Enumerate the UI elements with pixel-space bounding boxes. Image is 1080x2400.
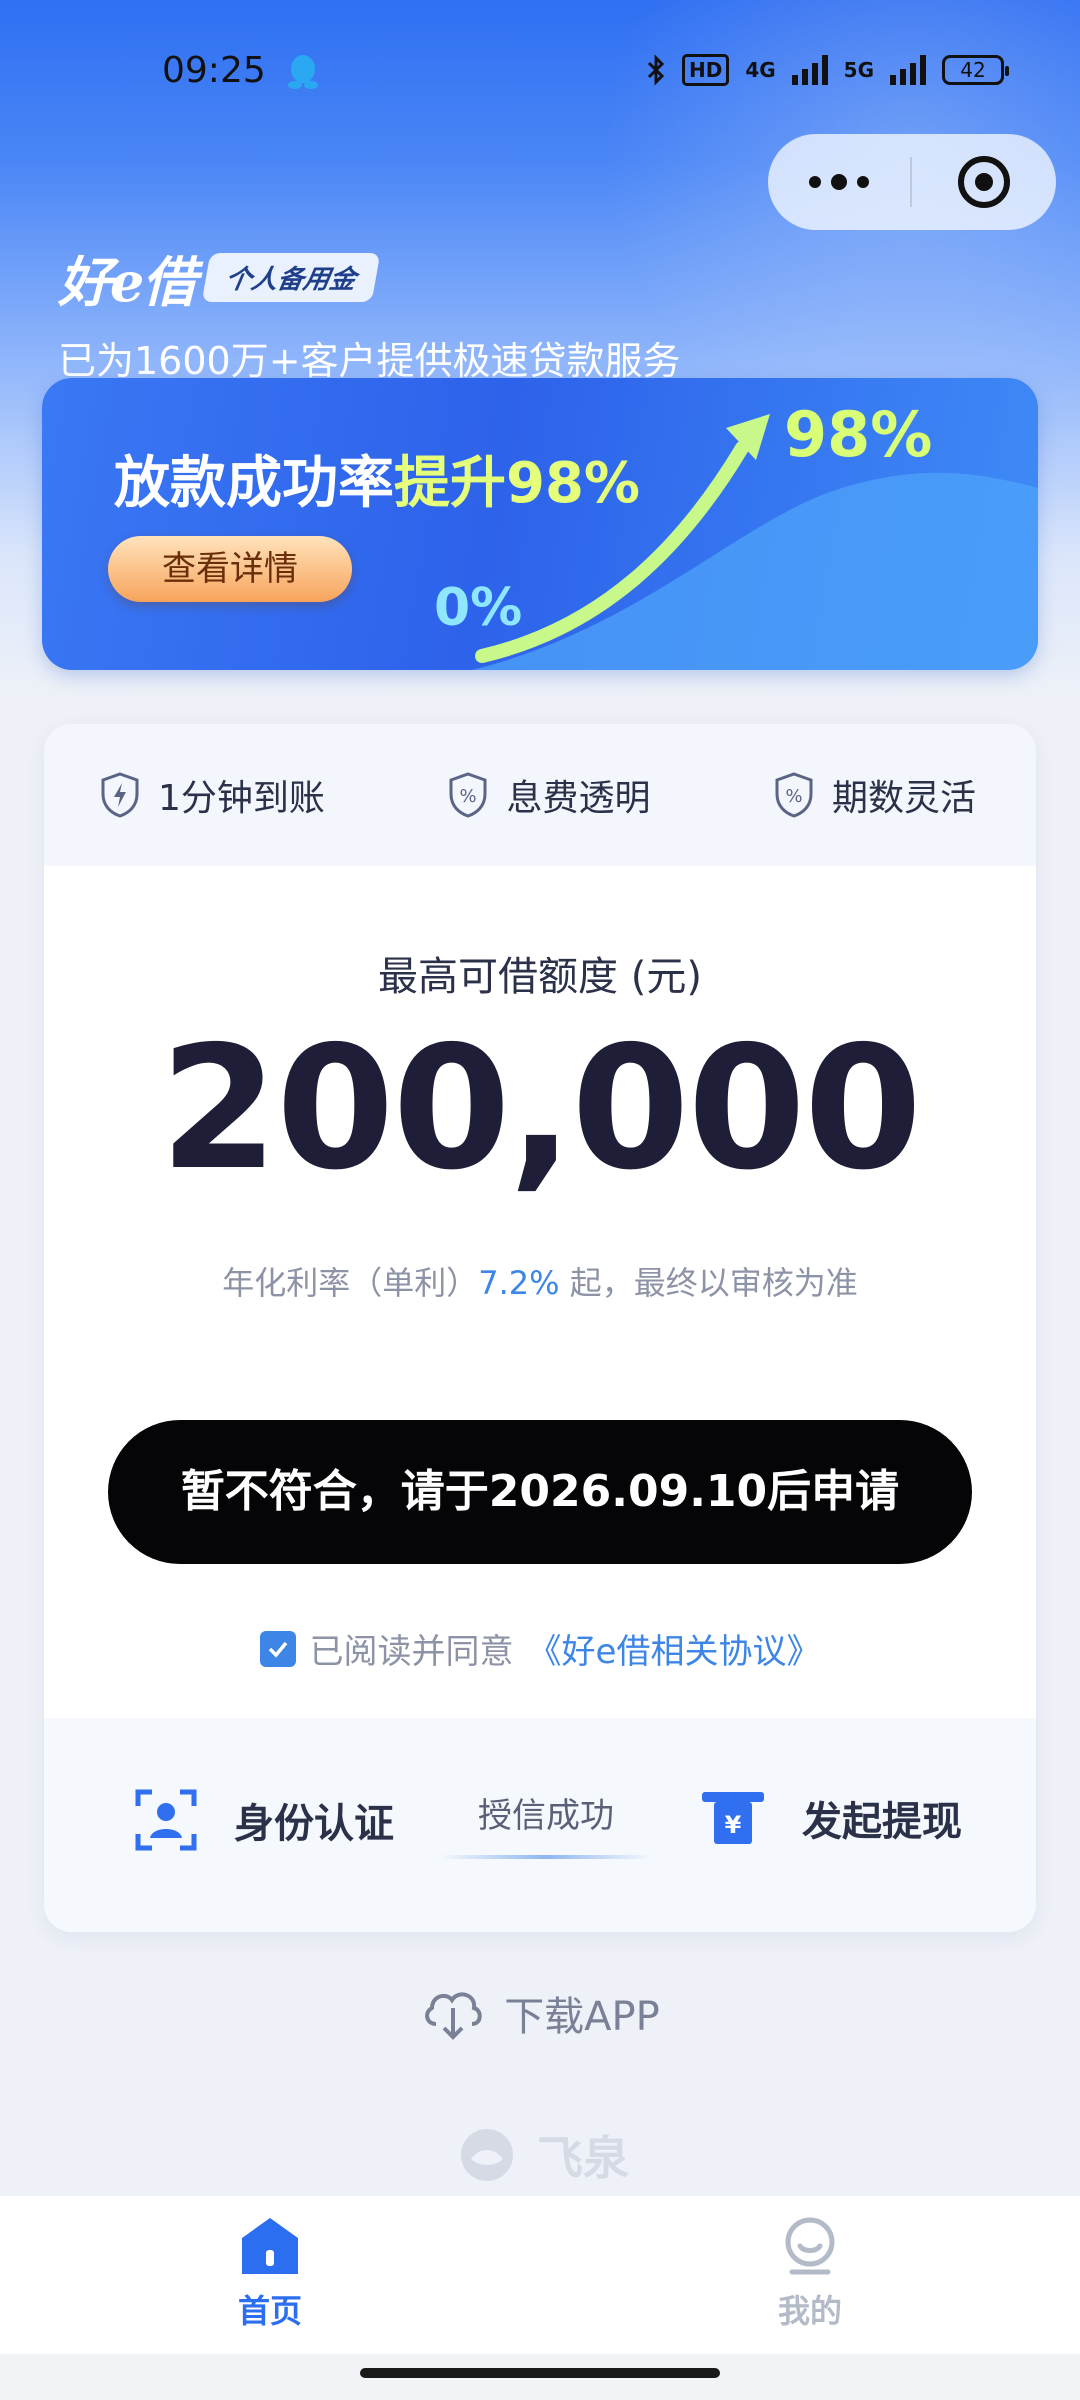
brand-slogan: 已为1600万+客户提供极速贷款服务 — [58, 339, 681, 383]
step-credit-approved: 授信成功 — [440, 1788, 652, 1859]
feature-strip: 1分钟到账 % 息费透明 % 期数灵活 — [44, 724, 1036, 866]
agreement-link[interactable]: 《好e借相关协议》 — [528, 1624, 821, 1673]
banner-title: 放款成功率提升98% — [114, 438, 640, 519]
promo-banner[interactable]: 放款成功率提升98% 查看详情 0% 98% — [42, 378, 1038, 670]
svg-text:¥: ¥ — [725, 1811, 742, 1839]
qq-penguin-icon — [288, 55, 318, 89]
more-dot-icon — [831, 174, 847, 190]
checkmark-icon — [268, 1641, 287, 1658]
more-dot-icon — [809, 176, 821, 188]
feiquan-label: 飞泉 — [537, 2131, 629, 2185]
loan-card: 1分钟到账 % 息费透明 % 期数灵活 最高可借额度 (元) 200,000 年… — [44, 724, 1036, 1932]
close-miniprogram-button[interactable] — [912, 156, 1056, 208]
percent-shield-icon: % — [449, 772, 487, 818]
max-amount-label: 最高可借额度 (元) — [378, 954, 702, 1000]
home-indicator[interactable] — [360, 2368, 720, 2378]
lightning-shield-icon — [101, 772, 139, 818]
status-bar: 09:25 HD 4G 5G 42 — [0, 0, 1080, 140]
tab-home[interactable]: 首页 — [170, 2216, 370, 2332]
step-label: 授信成功 — [478, 1796, 614, 1836]
feature-fast-arrival: 1分钟到账 — [100, 769, 325, 821]
banner-title-highlight: 提升98% — [394, 451, 641, 516]
user-smile-icon — [785, 2217, 835, 2275]
agreement-text: 已阅读并同意 — [309, 1632, 514, 1672]
max-amount-value: 200,000 — [159, 1010, 922, 1208]
tab-mine[interactable]: 我的 — [710, 2216, 910, 2332]
face-scan-icon — [135, 1789, 197, 1851]
percent-shield-icon: % — [775, 772, 813, 818]
svg-text:%: % — [460, 786, 477, 807]
banner-start-value: 0% — [434, 578, 523, 638]
tab-home-label: 首页 — [237, 2292, 302, 2330]
step-identity-verification: 身份认证 — [134, 1788, 394, 1852]
feature-label: 期数灵活 — [831, 778, 976, 819]
feature-label: 1分钟到账 — [158, 778, 325, 819]
more-dot-icon — [857, 176, 869, 188]
download-app-link[interactable]: 下载APP — [0, 1984, 1080, 2042]
network-4g-label: 4G — [745, 58, 776, 82]
rate-value: 7.2% — [478, 1264, 560, 1302]
signal-5g-icon — [890, 55, 926, 85]
tab-mine-label: 我的 — [777, 2292, 842, 2330]
miniprogram-capsule — [768, 134, 1056, 230]
brand-header: 好e借 个人备用金 — [58, 238, 381, 317]
interest-rate-note: 年化利率（单利）7.2% 起，最终以审核为准 — [44, 1258, 1036, 1304]
brand-tag: 个人备用金 — [202, 253, 381, 302]
cloud-download-icon — [425, 1992, 482, 2040]
status-time: 09:25 — [162, 50, 266, 91]
bluetooth-icon — [647, 54, 665, 86]
battery-icon: 42 — [942, 55, 1009, 85]
agreement-row: 已阅读并同意 《好e借相关协议》 — [44, 1624, 1036, 1673]
feature-transparent-fees: % 息费透明 — [448, 769, 650, 821]
banner-end-value: 98% — [784, 398, 933, 471]
network-5g-label: 5G — [843, 58, 874, 82]
atm-yuan-icon: ¥ — [702, 1792, 764, 1844]
feiquan-logo-icon — [461, 2129, 513, 2181]
more-menu-button[interactable] — [768, 134, 910, 230]
rate-prefix: 年化利率（单利） — [222, 1264, 479, 1302]
hd-badge: HD — [681, 54, 730, 86]
signal-4g-icon — [791, 55, 828, 85]
target-icon — [958, 156, 1010, 208]
apply-button[interactable]: 暂不符合，请于2026.09.10后申请 — [108, 1420, 972, 1564]
step-label: 身份认证 — [234, 1801, 394, 1847]
step-connector — [440, 1855, 652, 1859]
step-withdraw: ¥ 发起提现 — [700, 1788, 962, 1848]
home-icon — [242, 2218, 298, 2274]
feature-flexible-terms: % 期数灵活 — [774, 769, 976, 821]
agreement-checkbox[interactable] — [259, 1630, 296, 1667]
view-details-button[interactable]: 查看详情 — [108, 536, 352, 602]
svg-text:%: % — [785, 786, 802, 807]
step-label: 发起提现 — [802, 1799, 962, 1845]
feature-label: 息费透明 — [506, 778, 651, 819]
rate-suffix: 起，最终以审核为准 — [559, 1264, 858, 1302]
banner-title-prefix: 放款成功率 — [114, 451, 394, 516]
feiquan-watermark: 飞泉 — [0, 2122, 1080, 2188]
brand-logo: 好e借 — [58, 250, 196, 314]
status-indicators: HD 4G 5G 42 — [646, 54, 1009, 86]
bottom-tab-bar: 首页 我的 — [0, 2196, 1080, 2354]
download-label: 下载APP — [504, 1994, 660, 2040]
process-steps: 身份认证 授信成功 ¥ 发起提现 — [44, 1718, 1036, 1932]
